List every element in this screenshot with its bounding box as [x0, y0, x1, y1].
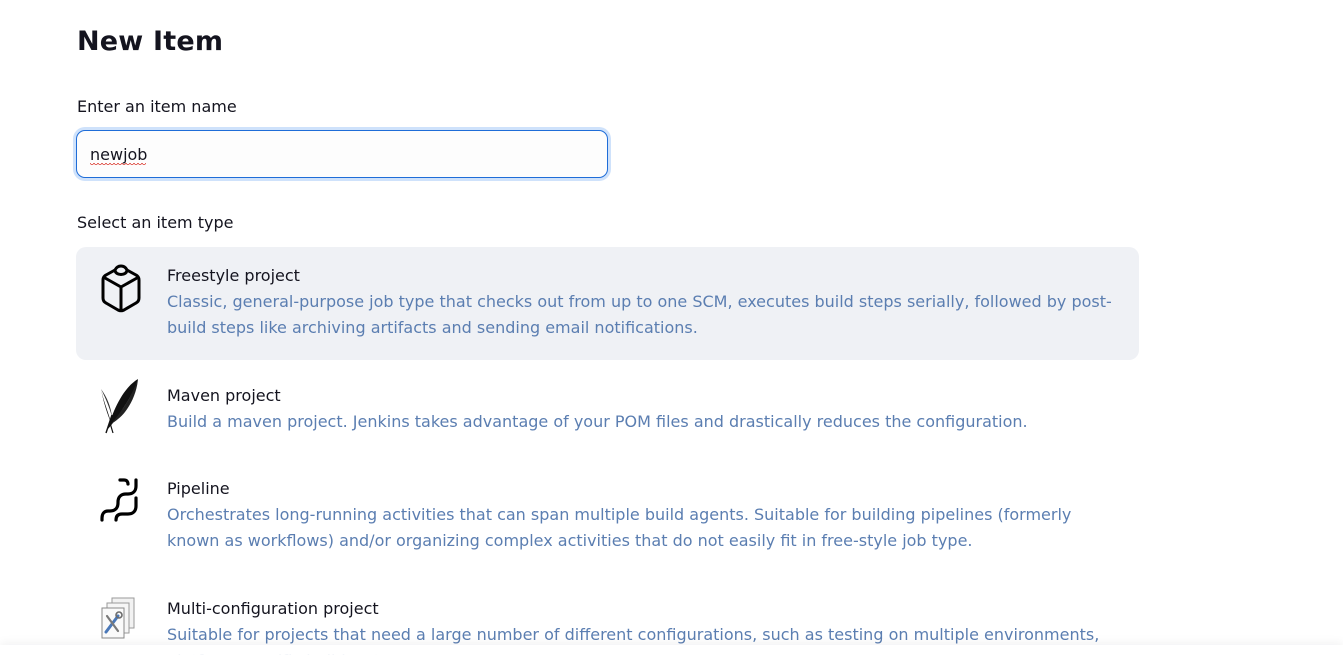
item-type-title: Maven project [167, 386, 281, 405]
item-type-title: Freestyle project [167, 266, 300, 285]
item-type-label: Select an item type [77, 213, 234, 232]
item-name-input[interactable] [76, 130, 608, 178]
pipeline-icon [98, 474, 144, 532]
item-name-label: Enter an item name [77, 97, 237, 116]
item-type-description: Build a maven project. Jenkins takes adv… [167, 412, 1028, 431]
new-item-page: New Item Enter an item name Select an it… [0, 0, 1343, 657]
bottom-scroll-fade [0, 645, 1343, 657]
maven-feather-icon [98, 377, 144, 435]
item-type-maven[interactable]: Maven project Build a maven project. Jen… [76, 367, 1139, 453]
package-box-icon [98, 261, 144, 319]
page-title: New Item [77, 26, 224, 57]
item-type-title: Pipeline [167, 479, 230, 498]
multi-config-icon [98, 594, 144, 652]
item-type-description: Orchestrates long-running activities tha… [167, 505, 1072, 550]
item-type-title: Multi-configuration project [167, 599, 379, 618]
item-type-pipeline[interactable]: Pipeline Orchestrates long-running activ… [76, 460, 1139, 570]
item-type-description: Classic, general-purpose job type that c… [167, 292, 1112, 337]
item-type-freestyle[interactable]: Freestyle project Classic, general-purpo… [76, 247, 1139, 360]
